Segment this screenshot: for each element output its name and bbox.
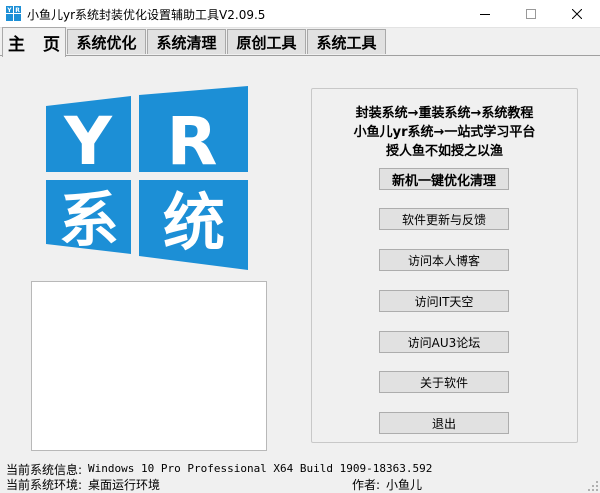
maximize-icon (526, 8, 536, 19)
tab-original-tools[interactable]: 原创工具 (227, 29, 306, 54)
tab-system-optimize[interactable]: 系统优化 (67, 29, 146, 54)
visit-blog-button[interactable]: 访问本人博客 (379, 249, 509, 271)
svg-text:Y: Y (6, 7, 12, 14)
title-bar[interactable]: Y R 小鱼儿yr系统封装优化设置辅助工具V2.09.5 (0, 0, 600, 28)
info-line-3: 授人鱼不如授之以渔 (385, 144, 503, 159)
resize-grip-icon[interactable] (588, 481, 598, 491)
app-icon: Y R (5, 5, 22, 22)
exit-button[interactable]: 退出 (379, 412, 509, 434)
visit-au3-forum-button[interactable]: 访问AU3论坛 (379, 331, 509, 353)
window-title: 小鱼儿yr系统封装优化设置辅助工具V2.09.5 (27, 8, 266, 22)
visit-itsky-button[interactable]: 访问IT天空 (379, 290, 509, 312)
info-line-1: 封装系统→重装系统→系统教程 (355, 106, 534, 121)
blank-panel (31, 281, 267, 451)
svg-text:R: R (15, 7, 20, 14)
logo-letter-r: R (167, 103, 218, 180)
about-button[interactable]: 关于软件 (379, 371, 509, 393)
minimize-button[interactable] (462, 0, 508, 27)
tab-system-clean[interactable]: 系统清理 (147, 29, 226, 54)
tab-system-tools[interactable]: 系统工具 (307, 29, 386, 54)
yr-logo-graphic: Y R 系 统 (46, 86, 248, 270)
author-label: 作者: (352, 478, 381, 492)
update-feedback-button[interactable]: 软件更新与反馈 (379, 208, 509, 230)
maximize-button[interactable] (508, 0, 554, 27)
env-value: 桌面运行环境 (88, 478, 161, 492)
minimize-icon (480, 13, 490, 15)
logo-char-tong: 统 (163, 186, 225, 259)
close-button[interactable] (554, 0, 600, 27)
tab-home[interactable]: 主 页 (2, 27, 66, 57)
env-label: 当前系统环境: (6, 478, 83, 492)
close-icon (572, 8, 582, 19)
logo-letter-y: Y (63, 103, 113, 180)
info-line-2: 小鱼儿yr系统→一站式学习平台 (353, 125, 536, 140)
one-click-optimize-button[interactable]: 新机一键优化清理 (379, 168, 509, 190)
sysinfo-value: Windows 10 Pro Professional X64 Build 19… (88, 462, 433, 475)
author-value: 小鱼儿 (386, 478, 423, 492)
logo-char-xi: 系 (59, 186, 119, 256)
yr-logo: Y R 系 统 (40, 86, 250, 270)
tab-divider (0, 55, 600, 56)
